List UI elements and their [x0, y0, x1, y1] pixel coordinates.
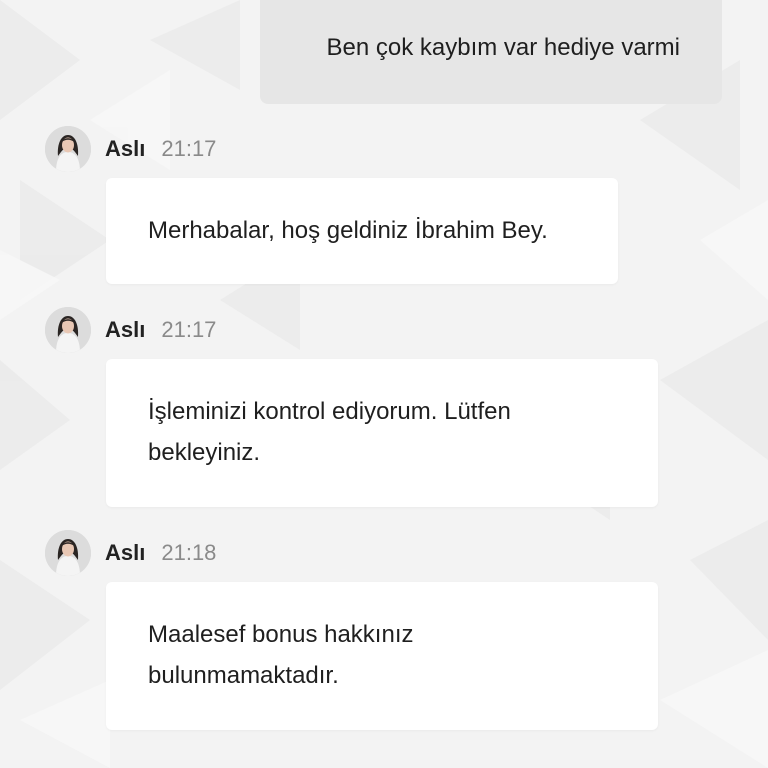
message-line: bulunmamaktadır. — [148, 662, 339, 689]
agent-message-bubble: Maalesef bonus hakkınız bulunmamaktadır. — [106, 582, 658, 730]
agent-name: Aslı — [105, 540, 146, 565]
message-line: Merhabalar, hoş geldiniz İbrahim Bey. — [148, 217, 548, 244]
agent-avatar-icon — [45, 307, 91, 353]
chat-thread: Ben çok kaybım var hediye varmi Aslı 21:… — [0, 0, 768, 768]
agent-avatar-icon — [45, 530, 91, 576]
agent-name: Aslı — [105, 136, 146, 161]
user-message-text: Ben çok kaybım var hediye varmi — [326, 34, 680, 61]
message-line: Maalesef bonus hakkınız — [148, 621, 414, 648]
agent-message-bubble: İşleminizi kontrol ediyorum. Lütfen bekl… — [106, 359, 658, 507]
message-time: 21:18 — [161, 540, 217, 565]
agent-message-header: Aslı 21:17 — [45, 307, 216, 353]
message-time: 21:17 — [161, 136, 217, 161]
agent-message-header: Aslı 21:18 — [45, 530, 216, 576]
agent-message-header: Aslı 21:17 — [45, 126, 216, 172]
user-message-bubble: Ben çok kaybım var hediye varmi — [260, 0, 722, 104]
message-line: bekleyiniz. — [148, 439, 261, 466]
agent-avatar-icon — [45, 126, 91, 172]
message-time: 21:17 — [161, 317, 217, 342]
message-line: İşleminizi kontrol ediyorum. Lütfen — [148, 398, 511, 425]
agent-name: Aslı — [105, 317, 146, 342]
agent-message-bubble: Merhabalar, hoş geldiniz İbrahim Bey. — [106, 178, 618, 284]
